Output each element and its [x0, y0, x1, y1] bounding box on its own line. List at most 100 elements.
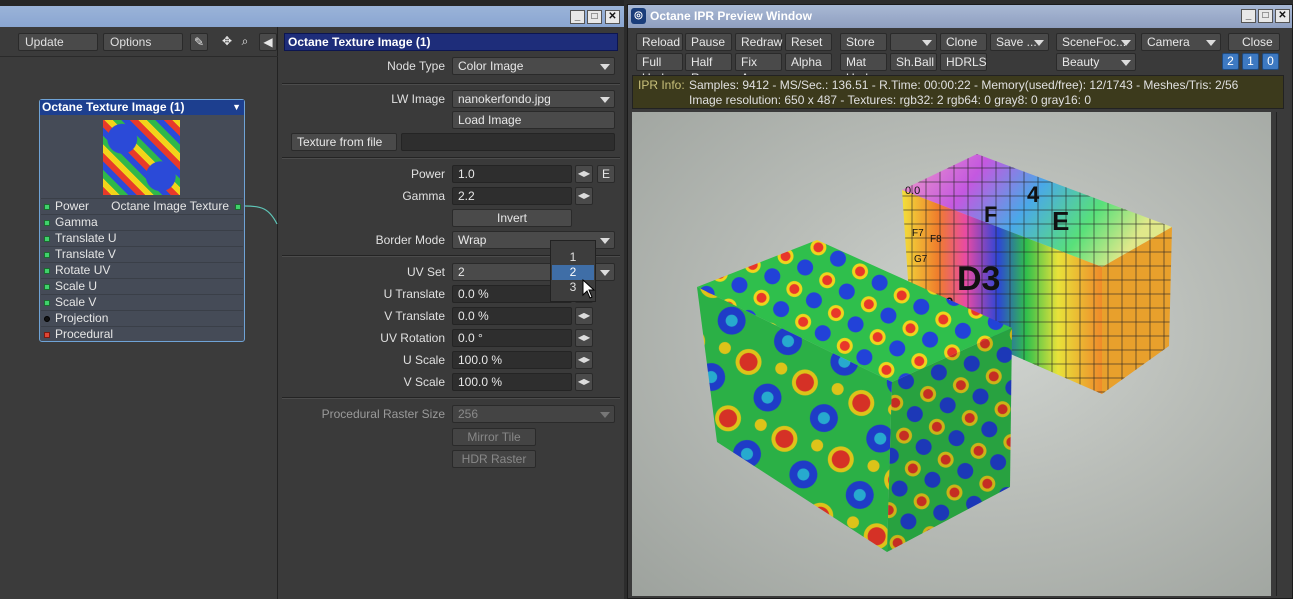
ipr-close-window-button[interactable]: ✕ [1275, 9, 1290, 23]
texture-node[interactable]: Octane Texture Image (1) ▼ Power Octane … [39, 99, 245, 342]
input-label: Translate U [55, 231, 117, 245]
procedural-raster-label: Procedural Raster Size [321, 407, 445, 421]
render-text-d3: D3 [957, 260, 1000, 298]
node-input-scale-u[interactable]: Scale U [41, 278, 243, 294]
u-translate-label: U Translate [383, 287, 445, 301]
save-dropdown[interactable]: Save ... [990, 33, 1049, 51]
hdrls-button[interactable]: HDRLS [940, 53, 987, 71]
view-0-button[interactable]: 0 [1262, 53, 1279, 70]
chevron-down-icon [1034, 40, 1044, 46]
u-scale-input[interactable]: 100.0 % [452, 351, 572, 369]
shader-ball-button[interactable]: Sh.Ball [890, 53, 937, 71]
lw-image-dropdown[interactable]: nanokerfondo.jpg [452, 90, 615, 108]
redraw-button[interactable]: Redraw [735, 33, 782, 51]
power-stepper-icon[interactable]: ◀▶ [575, 165, 593, 183]
store-button[interactable]: Store [840, 33, 887, 51]
v-scale-input[interactable]: 100.0 % [452, 373, 572, 391]
view-2-button[interactable]: 2 [1222, 53, 1239, 70]
maximize-button[interactable]: □ [587, 10, 602, 24]
half-res-button[interactable]: Half Res [685, 53, 732, 85]
gamma-input[interactable]: 2.2 [452, 187, 572, 205]
node-input-power[interactable]: Power Octane Image Texture [41, 198, 243, 214]
node-title[interactable]: Octane Texture Image (1) ▼ [40, 100, 244, 115]
input-port-icon[interactable] [44, 284, 50, 290]
chevron-down-icon [922, 40, 932, 46]
u-scale-label: U Scale [402, 353, 445, 367]
move-icon[interactable]: ✥ [218, 33, 236, 51]
node-input-scale-v[interactable]: Scale V [41, 294, 243, 310]
reset-button[interactable]: Reset [785, 33, 832, 51]
render-text-e: E [1052, 206, 1069, 236]
power-envelope-button[interactable]: E [597, 165, 615, 183]
input-port-icon[interactable] [44, 220, 50, 226]
node-input-gamma[interactable]: Gamma [41, 214, 243, 230]
zoom-icon[interactable]: ⌕ [236, 33, 254, 51]
ipr-minimize-button[interactable]: _ [1241, 9, 1256, 23]
input-port-icon[interactable] [44, 204, 50, 210]
options-button[interactable]: Options [103, 33, 183, 51]
mouse-cursor-icon [582, 279, 596, 299]
mirror-tile-button[interactable]: Mirror Tile [452, 428, 536, 446]
viewport-scrollbar[interactable] [1276, 112, 1288, 596]
uv-set-option-2[interactable]: 2 [552, 265, 594, 280]
v-translate-input[interactable]: 0.0 % [452, 307, 572, 325]
material-update-button[interactable]: Mat Upd [840, 53, 887, 85]
uv-set-label: UV Set [406, 265, 445, 279]
node-input-projection[interactable]: Projection [41, 310, 243, 326]
load-image-button[interactable]: Load Image [452, 111, 615, 129]
hdr-raster-button[interactable]: HDR Raster [452, 450, 536, 468]
v-scale-stepper-icon[interactable]: ◀▶ [575, 373, 593, 391]
alpha-button[interactable]: Alpha [785, 53, 832, 71]
update-button[interactable]: Update [18, 33, 98, 51]
ipr-maximize-button[interactable]: □ [1258, 9, 1273, 23]
lw-image-value: nanokerfondo.jpg [458, 92, 551, 106]
full-update-button[interactable]: Full Upd. [636, 53, 683, 85]
camera-dropdown[interactable]: Camera [1141, 33, 1221, 51]
pause-button[interactable]: Pause [685, 33, 732, 51]
render-pass-dropdown[interactable]: Beauty [1056, 53, 1136, 71]
reload-button[interactable]: Reload [636, 33, 683, 51]
v-translate-stepper-icon[interactable]: ◀▶ [575, 307, 593, 325]
node-input-translate-v[interactable]: Translate V [41, 246, 243, 262]
texture-file-path-field[interactable] [401, 133, 615, 151]
input-port-icon[interactable] [44, 236, 50, 242]
node-collapse-icon[interactable]: ▼ [232, 100, 241, 115]
input-port-icon[interactable] [44, 300, 50, 306]
input-port-icon[interactable] [44, 332, 50, 338]
gamma-stepper-icon[interactable]: ◀▶ [575, 187, 593, 205]
close-button[interactable]: ✕ [605, 10, 620, 24]
uv-set-option-1[interactable]: 1 [552, 250, 594, 265]
edit-pen-icon[interactable]: ✎ [190, 33, 208, 51]
node-type-dropdown[interactable]: Color Image [452, 57, 615, 75]
minimize-button[interactable]: _ [570, 10, 585, 24]
output-port-icon[interactable] [235, 204, 241, 210]
uv-rotation-stepper-icon[interactable]: ◀▶ [575, 329, 593, 347]
gamma-label: Gamma [402, 189, 445, 203]
scene-focus-dropdown[interactable]: SceneFoc... [1056, 33, 1136, 51]
node-input-rotate-uv[interactable]: Rotate UV [41, 262, 243, 278]
collapse-left-icon[interactable]: ◀ [259, 33, 277, 51]
uv-rotation-input[interactable]: 0.0 ° [452, 329, 572, 347]
input-port-icon[interactable] [44, 268, 50, 274]
texture-from-file-button[interactable]: Texture from file [291, 133, 397, 151]
store-slot-dropdown[interactable] [890, 33, 937, 51]
fix-aspect-button[interactable]: Fix Asp. [735, 53, 782, 85]
input-port-icon[interactable] [44, 252, 50, 258]
node-input-translate-u[interactable]: Translate U [41, 230, 243, 246]
invert-button[interactable]: Invert [452, 209, 572, 227]
power-input[interactable]: 1.0 [452, 165, 572, 183]
ipr-info-label: IPR Info: [638, 78, 685, 92]
view-1-button[interactable]: 1 [1242, 53, 1259, 70]
border-mode-label: Border Mode [375, 233, 445, 247]
node-output-label: Octane Image Texture [111, 199, 229, 213]
lw-image-label: LW Image [391, 92, 445, 106]
u-scale-stepper-icon[interactable]: ◀▶ [575, 351, 593, 369]
ipr-close-button[interactable]: Close [1228, 33, 1280, 51]
node-input-procedural[interactable]: Procedural [41, 326, 243, 342]
input-port-icon[interactable] [44, 316, 50, 322]
node-type-value: Color Image [458, 59, 524, 73]
render-text-f7: F7 [912, 228, 924, 239]
procedural-raster-dropdown[interactable]: 256 [452, 405, 615, 423]
render-viewport[interactable]: D3 E 4 F 0.0 F7 G7 F8 1.0 [632, 112, 1271, 596]
clone-button[interactable]: Clone [940, 33, 987, 51]
